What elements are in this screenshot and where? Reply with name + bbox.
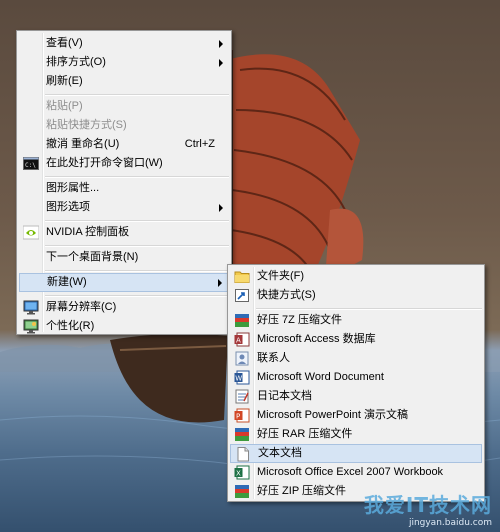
svg-text:X: X — [236, 470, 241, 478]
watermark-title: 我爱IT技术网 — [363, 493, 492, 517]
haozip-7z-icon — [235, 314, 249, 327]
new-item-folder[interactable]: 文件夹(F) — [230, 267, 482, 286]
new-item-word-document[interactable]: W Microsoft Word Document — [230, 368, 482, 387]
haozip-zip-icon — [235, 485, 249, 498]
menu-item-new[interactable]: 新建(W) — [19, 273, 229, 292]
menu-item-open-command-window[interactable]: C:\ 在此处打开命令窗口(W) — [19, 154, 229, 173]
menu-item-screen-resolution[interactable]: 屏幕分辨率(C) — [19, 298, 229, 317]
menu-item-screen-resolution-label: 屏幕分辨率(C) — [46, 301, 117, 313]
new-item-access-database[interactable]: A Microsoft Access 数据库 — [230, 330, 482, 349]
new-item-text-document[interactable]: 文本文档 — [230, 444, 482, 463]
haozip-rar-icon — [235, 428, 249, 441]
menu-item-personalize-label: 个性化(R) — [46, 320, 95, 332]
menu-item-paste-label: 粘贴(P) — [46, 100, 83, 112]
new-item-excel-workbook-label: Microsoft Office Excel 2007 Workbook — [257, 466, 444, 478]
journal-icon — [235, 389, 249, 404]
menu-item-undo-rename[interactable]: 撤消 重命名(U) Ctrl+Z — [19, 135, 229, 154]
menu-item-view[interactable]: 查看(V) — [19, 34, 229, 53]
submenu-arrow-icon — [219, 59, 223, 67]
menu-item-graphics-properties-label: 图形属性... — [46, 182, 100, 194]
new-item-access-database-label: Microsoft Access 数据库 — [257, 333, 376, 345]
submenu-arrow-icon — [219, 204, 223, 212]
submenu-arrow-icon — [218, 279, 222, 287]
new-item-contact[interactable]: 联系人 — [230, 349, 482, 368]
menu-item-nvidia-control-panel[interactable]: NVIDIA 控制面板 — [19, 223, 229, 242]
new-item-contact-label: 联系人 — [257, 352, 290, 364]
menu-item-next-desktop-background[interactable]: 下一个桌面背景(N) — [19, 248, 229, 267]
new-item-shortcut[interactable]: 快捷方式(S) — [230, 286, 482, 305]
menu-separator — [45, 94, 229, 96]
excel-icon: X — [234, 465, 250, 480]
new-item-powerpoint-presentation-label: Microsoft PowerPoint 演示文稿 — [257, 409, 408, 421]
new-item-folder-label: 文件夹(F) — [257, 270, 305, 282]
screen-resolution-icon — [23, 300, 39, 315]
menu-item-refresh[interactable]: 刷新(E) — [19, 72, 229, 91]
menu-item-graphics-properties[interactable]: 图形属性... — [19, 179, 229, 198]
new-item-powerpoint-presentation[interactable]: P Microsoft PowerPoint 演示文稿 — [230, 406, 482, 425]
svg-text:W: W — [235, 375, 242, 383]
menu-separator — [45, 295, 229, 297]
new-submenu: 文件夹(F) 快捷方式(S) 好压 7Z 压缩文件 A Microsoft Ac… — [227, 264, 485, 502]
menu-item-undo-rename-label: 撤消 重命名(U) — [46, 138, 120, 150]
menu-separator — [45, 270, 229, 272]
svg-text:C:\: C:\ — [25, 162, 36, 169]
menu-item-refresh-label: 刷新(E) — [46, 75, 83, 87]
menu-item-sort-by-label: 排序方式(O) — [46, 56, 106, 68]
menu-item-paste-shortcut-label: 粘贴快捷方式(S) — [46, 119, 127, 131]
menu-item-next-desktop-background-label: 下一个桌面背景(N) — [46, 251, 139, 263]
contact-icon — [235, 351, 249, 366]
site-watermark: 我爱IT技术网 jingyan.baidu.com — [364, 489, 492, 528]
new-item-rar-archive[interactable]: 好压 RAR 压缩文件 — [230, 425, 482, 444]
shortcut-key-label: Ctrl+Z — [184, 138, 215, 150]
menu-item-new-label: 新建(W) — [47, 276, 87, 288]
new-item-zip-archive-label: 好压 ZIP 压缩文件 — [257, 485, 347, 497]
desktop-context-menu: 查看(V) 排序方式(O) 刷新(E) 粘贴(P) 粘贴快捷方式(S) 撤消 重… — [16, 30, 232, 335]
nvidia-icon — [23, 225, 39, 240]
svg-text:P: P — [236, 413, 240, 421]
menu-item-personalize[interactable]: 个性化(R) — [19, 317, 229, 336]
menu-separator — [45, 176, 229, 178]
new-item-journal-document[interactable]: 日记本文档 — [230, 387, 482, 406]
new-item-excel-workbook[interactable]: X Microsoft Office Excel 2007 Workbook — [230, 463, 482, 482]
menu-item-graphics-options-label: 图形选项 — [46, 201, 90, 213]
menu-separator — [45, 245, 229, 247]
menu-item-nvidia-control-panel-label: NVIDIA 控制面板 — [46, 226, 130, 238]
svg-text:A: A — [236, 337, 241, 345]
new-item-word-document-label: Microsoft Word Document — [257, 371, 384, 383]
folder-icon — [234, 271, 250, 283]
personalize-icon — [23, 319, 39, 334]
watermark-url: jingyan.baidu.com — [408, 518, 492, 528]
menu-item-paste-shortcut[interactable]: 粘贴快捷方式(S) — [19, 116, 229, 135]
submenu-arrow-icon — [219, 40, 223, 48]
menu-item-sort-by[interactable]: 排序方式(O) — [19, 53, 229, 72]
access-icon: A — [234, 332, 250, 347]
new-item-rar-archive-label: 好压 RAR 压缩文件 — [257, 428, 353, 440]
new-item-7z-archive[interactable]: 好压 7Z 压缩文件 — [230, 311, 482, 330]
menu-item-open-command-window-label: 在此处打开命令窗口(W) — [46, 157, 163, 169]
menu-separator — [256, 308, 482, 310]
new-item-7z-archive-label: 好压 7Z 压缩文件 — [257, 314, 342, 326]
menu-item-graphics-options[interactable]: 图形选项 — [19, 198, 229, 217]
new-item-journal-document-label: 日记本文档 — [257, 390, 312, 402]
word-icon: W — [234, 370, 250, 385]
powerpoint-icon: P — [234, 408, 250, 423]
command-prompt-icon: C:\ — [23, 157, 39, 170]
shortcut-icon — [235, 289, 249, 302]
new-item-text-document-label: 文本文档 — [258, 447, 302, 459]
new-item-shortcut-label: 快捷方式(S) — [257, 289, 316, 301]
menu-item-paste[interactable]: 粘贴(P) — [19, 97, 229, 116]
menu-separator — [45, 220, 229, 222]
text-document-icon — [237, 447, 249, 462]
menu-item-view-label: 查看(V) — [46, 37, 83, 49]
